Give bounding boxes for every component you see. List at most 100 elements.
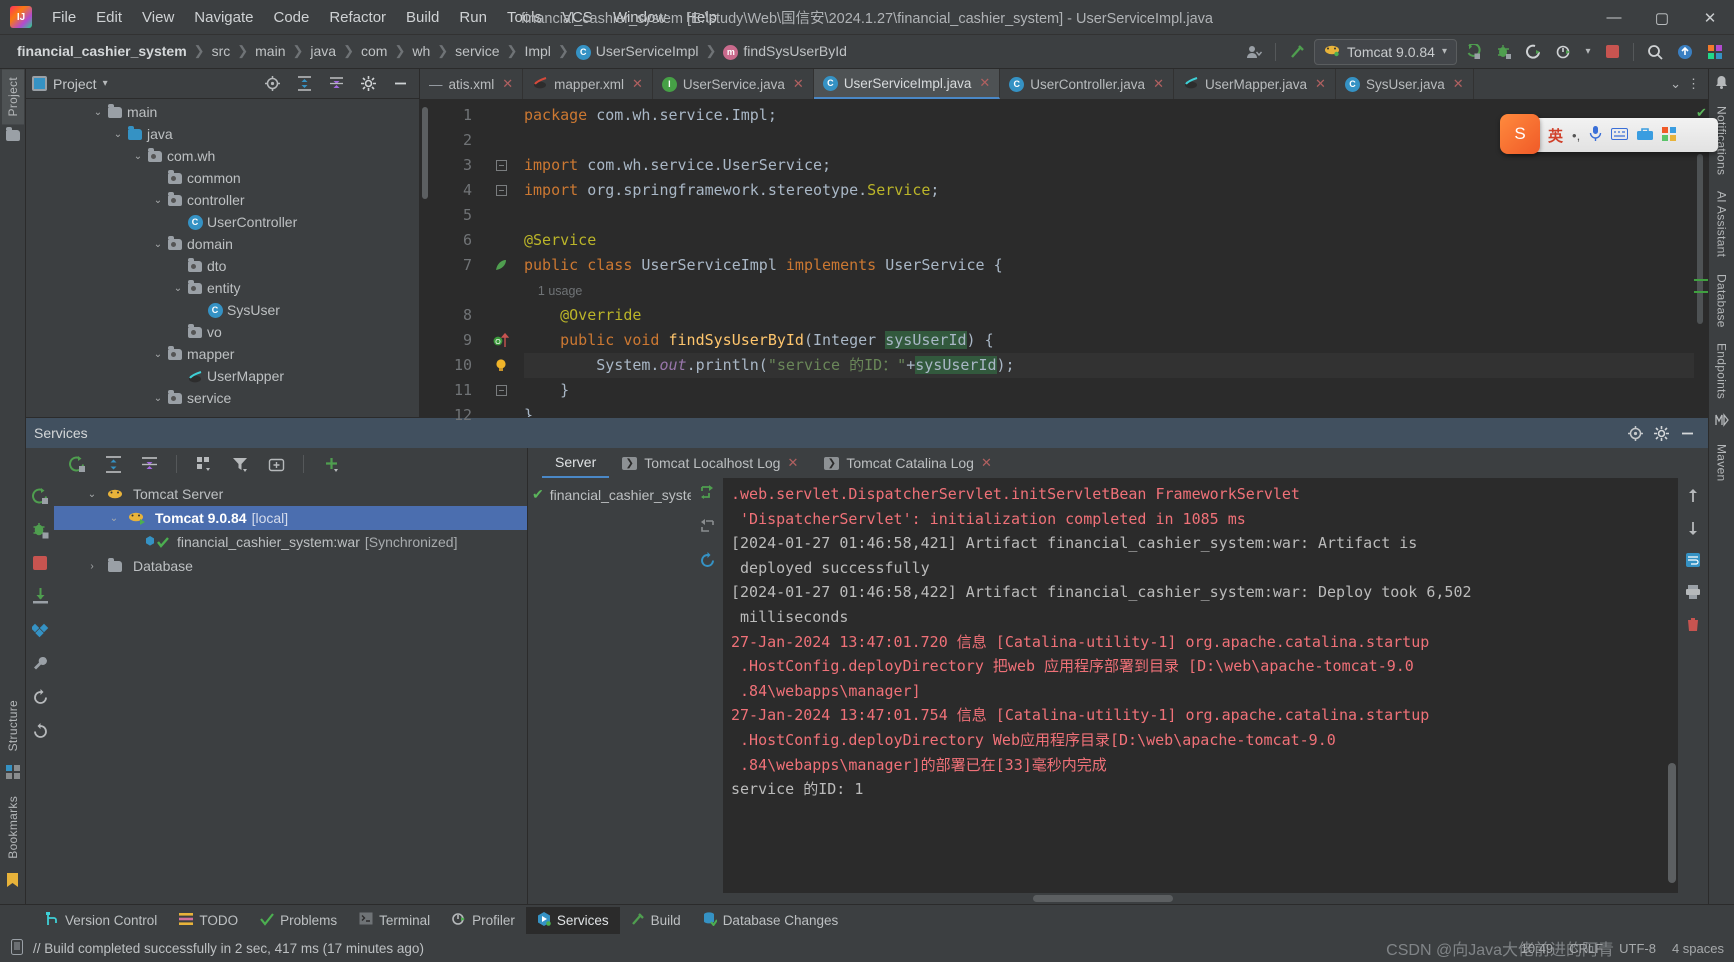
chevron-down-icon[interactable]: ⌄ [150,195,166,206]
menu-run[interactable]: Run [449,5,497,30]
deploy-icon[interactable] [32,587,49,607]
stop-icon[interactable] [33,556,47,573]
close-icon[interactable]: ✕ [502,76,513,92]
scroll-up-icon[interactable] [1685,488,1701,507]
hide-panel-icon[interactable] [387,71,413,97]
menu-help[interactable]: Help [676,5,727,30]
memory-indicator-icon[interactable] [10,939,24,958]
close-icon[interactable]: ✕ [632,76,643,92]
maximize-button[interactable]: ▢ [1638,0,1686,35]
chevron-down-icon[interactable]: ⌄ [150,349,166,360]
wrench-icon[interactable] [32,655,49,675]
build-hammer-icon[interactable] [1284,39,1310,65]
chevron-down-icon[interactable]: ⌄ [150,239,166,250]
gutter-mark[interactable] [478,403,524,428]
project-tree-item[interactable]: ⌄ mapper [26,343,419,365]
add-tab-icon[interactable] [263,451,289,477]
project-tree-item[interactable]: vo [26,321,419,343]
bottom-tool-window-bar[interactable]: Version Control TODO Problems Terminal Profi… [0,904,1734,935]
microphone-icon[interactable] [1589,126,1602,144]
folder-icon[interactable] [5,124,20,147]
rerun-icon[interactable] [1521,39,1547,65]
code-line[interactable]: } [524,378,1694,403]
bottom-tab-terminal[interactable]: Terminal [348,907,441,933]
right-tool-rail[interactable]: Notifications AI Assistant Database Endp… [1708,69,1734,904]
menu-edit[interactable]: Edit [86,5,132,30]
services-hide-icon[interactable] [1674,420,1700,446]
menu-window[interactable]: Window [603,5,676,30]
editor-tab-overflow[interactable]: ⌄ ⋮ [1662,69,1708,99]
menu-vcs[interactable]: VCS [552,5,603,30]
editor-tab[interactable]: I UserService.java ✕ [653,69,814,99]
status-encoding[interactable]: UTF-8 [1619,941,1656,956]
chevron-down-icon[interactable]: ⌄ [170,283,186,294]
close-icon[interactable]: ✕ [979,75,990,91]
close-icon[interactable]: ✕ [981,455,992,471]
breadcrumb-item-service[interactable]: service [450,41,504,61]
chevron-down-icon[interactable]: ⌄ [1670,76,1681,92]
services-tree-item[interactable]: financial_cashier_system:war [Synchronize… [54,530,527,554]
chevron-down-icon[interactable]: ▾ [103,78,108,89]
services-action-rail[interactable] [26,448,54,904]
rerun-icon[interactable] [31,488,49,508]
refresh-icon[interactable] [32,689,49,709]
chevron-icon[interactable]: › [84,561,100,572]
bottom-tab-version-control[interactable]: Version Control [34,907,168,934]
editor-tab[interactable]: mapper.xml ✕ [523,69,653,99]
maven-icon[interactable] [1714,407,1729,436]
collapse-all-icon[interactable] [323,71,349,97]
menu-navigate[interactable]: Navigate [184,5,263,30]
group-by-icon[interactable] [191,451,217,477]
console-output[interactable]: .web.servlet.DispatcherServlet.initServl… [723,478,1665,893]
profile-icon[interactable] [1551,39,1577,65]
breadcrumb-item-impl[interactable]: Impl [519,41,555,61]
gutter-mark[interactable] [478,353,524,378]
project-tree-item[interactable]: ⌄ com.wh [26,145,419,167]
project-tree-item[interactable]: C UserController [26,211,419,233]
code-line[interactable] [524,203,1694,228]
gutter-mark[interactable] [478,203,524,228]
ime-punctuation-icon[interactable]: •, [1572,128,1580,143]
log-tab[interactable]: Server [542,448,610,478]
ime-mode-label[interactable]: 英 [1548,125,1563,146]
code-line[interactable]: import org.springframework.stereotype.Se… [524,178,1694,203]
log-tab[interactable]: ❯ Tomcat Catalina Log ✕ [811,448,1005,478]
bottom-tab-database-changes[interactable]: Database Changes [692,907,850,934]
bottom-tab-build[interactable]: Build [620,907,692,934]
code-line[interactable]: public void findSysUserById(Integer sysU… [524,328,1694,353]
bookmark-icon[interactable] [7,867,18,896]
collapse-all-icon[interactable] [136,451,162,477]
ime-floating-toolbar[interactable]: S 英 •, [1500,114,1718,154]
clear-all-icon[interactable] [1685,616,1701,635]
services-settings-target-icon[interactable] [1622,420,1648,446]
bottom-tab-profiler[interactable]: Profiler [441,907,526,934]
breadcrumb-item-com[interactable]: com [356,41,392,61]
more-options-icon[interactable]: ⋮ [1687,76,1700,92]
project-tree-item[interactable]: ⌄ java [26,123,419,145]
structure-blocks-icon[interactable] [5,759,20,788]
add-icon[interactable] [318,451,344,477]
gutter-mark[interactable] [478,303,524,328]
account-icon[interactable] [1241,39,1267,65]
bottom-tab-services[interactable]: Services [525,906,620,934]
gutter-mark[interactable] [478,128,524,153]
gutter-mark[interactable] [478,103,524,128]
project-tree-item[interactable]: C SysUser [26,299,419,321]
editor-gutter-marks[interactable]: O [478,99,524,417]
editor-tab[interactable]: C SysUser.java ✕ [1336,69,1474,99]
apps-grid-icon[interactable] [1662,126,1677,144]
editor-tab[interactable]: C UserController.java ✕ [1000,69,1174,99]
project-tree-item[interactable]: ⌄ service [26,387,419,409]
menu-build[interactable]: Build [396,5,449,30]
navbar-actions[interactable]: Tomcat 9.0.84 ▾ ▾ [1241,38,1728,65]
project-tree-item[interactable]: ⌄ main [26,101,419,123]
project-tree[interactable]: ⌄ main ⌄ java ⌄ com.wh common ⌄ controller C UserC… [26,99,419,417]
update-icon[interactable] [1672,39,1698,65]
chevron-icon[interactable]: ⌄ [106,513,122,524]
code-line[interactable]: System.out.println("service 的ID："+sysUse… [524,353,1694,378]
services-tree-item[interactable]: › Database [54,554,527,578]
status-line-separator[interactable]: CRLF [1569,941,1603,956]
code-line[interactable]: @Override [524,303,1694,328]
services-tree-item[interactable]: ⌄ Tomcat Server [54,482,527,506]
console-vertical-scrollbar[interactable] [1665,478,1678,893]
